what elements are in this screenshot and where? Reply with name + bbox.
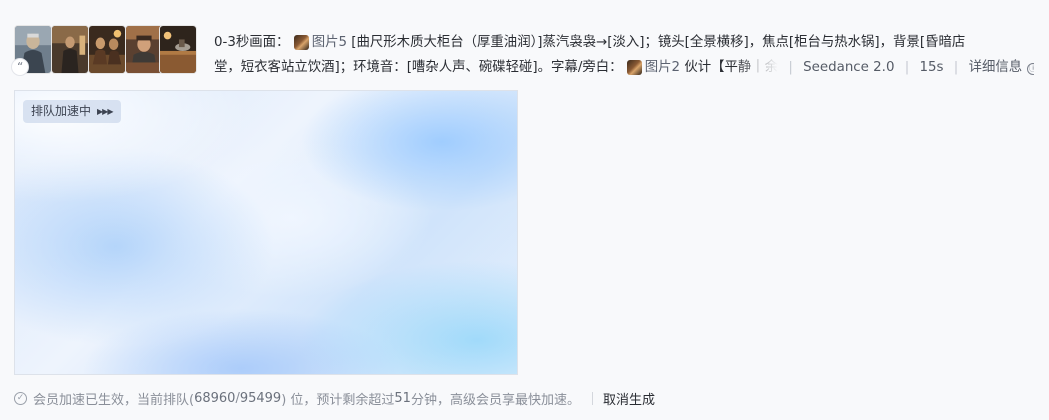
reference-image-5[interactable] xyxy=(159,25,197,74)
queue-total: 95499 xyxy=(239,390,282,406)
divider: | xyxy=(904,60,910,75)
reference-image-4[interactable] xyxy=(125,25,163,74)
prompt-segment: 0-3秒画面： xyxy=(214,35,290,50)
check-circle-icon: ✓ xyxy=(14,391,27,405)
status-text: ) 位，预计剩余超过 xyxy=(281,392,395,408)
queue-position: 68960 xyxy=(194,390,236,406)
prompt-text: 0-3秒画面： 图片5 [曲尺形木质大柜台（厚重油润）]蒸汽袅袅→[淡入]；镜头… xyxy=(214,30,1034,80)
video-placeholder: 排队加速中 ▶▶▶ xyxy=(14,90,518,375)
image-reference-label: 图片5 xyxy=(311,35,348,50)
image-reference-thumb xyxy=(626,60,642,75)
reference-image-3[interactable] xyxy=(88,25,126,74)
reference-thumbnails[interactable]: “ xyxy=(11,25,200,77)
prompt-line-1: 0-3秒画面： 图片5 [曲尺形木质大柜台（厚重油润）]蒸汽袅袅→[淡入]；镜头… xyxy=(214,30,1034,55)
divider: | xyxy=(953,60,959,75)
quote-icon[interactable]: “ xyxy=(11,58,29,76)
prompt-segment: [曲尺形木质大柜台（厚重油润）]蒸汽袅袅→[淡入]；镜头[全景横移]，焦点[柜台… xyxy=(351,35,966,50)
status-text: 分钟，高级会员享最快加速。 xyxy=(410,392,580,408)
remaining-minutes: 51 xyxy=(394,390,411,406)
image-reference-thumb xyxy=(293,35,309,50)
duration: 15s xyxy=(919,60,944,75)
queue-status-bar: ✓ 会员加速已生效，当前排队(68960/95499) 位，预计剩余超过 51 … xyxy=(14,387,655,409)
image-reference-label: 图片2 xyxy=(644,60,681,75)
queue-status-label: 排队加速中 xyxy=(31,104,92,118)
model-name: Seedance 2.0 xyxy=(803,60,895,75)
play-arrows-icon: ▶▶▶ xyxy=(97,107,114,116)
image-reference-2[interactable]: 图片2 xyxy=(626,55,681,80)
prompt-segment: 堂，短衣客站立饮酒]；环境音：[嘈杂人声、碗碟轻碰]。字幕/旁白： xyxy=(214,60,623,75)
info-icon[interactable]: ⓘ xyxy=(1027,63,1034,75)
prompt-truncated-tail: 伙计【平静｜余 xyxy=(684,60,779,75)
details-link[interactable]: 详细信息 xyxy=(969,60,1023,75)
image-reference-5[interactable]: 图片5 xyxy=(293,30,348,55)
prompt-line-2: 堂，短衣客站立饮酒]；环境音：[嘈杂人声、碗碟轻碰]。字幕/旁白： 图片2 伙计… xyxy=(214,55,1034,80)
queue-status-chip: 排队加速中 ▶▶▶ xyxy=(23,100,122,123)
reference-image-2[interactable] xyxy=(51,25,89,74)
divider: | xyxy=(788,60,793,75)
cancel-generation-button[interactable]: 取消生成 xyxy=(603,389,655,408)
status-text: 会员加速已生效，当前排队( xyxy=(33,392,195,408)
divider xyxy=(591,391,593,405)
